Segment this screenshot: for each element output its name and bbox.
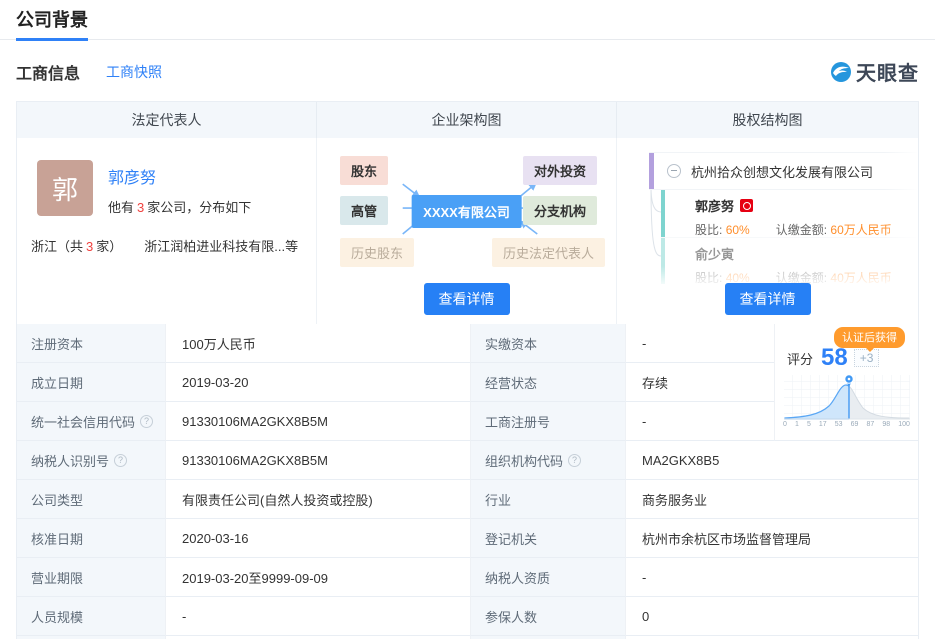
score-value: 58 [821,346,848,370]
page-title: 公司背景 [16,9,88,41]
table-row: 营业期限 2019-03-20至9999-09-09 纳税人资质 - [17,558,918,597]
panel-body: 郭 郭彦努 他有3家公司，分布如下 浙江（共3家）浙江润柏进业科技有限...等 [17,138,918,324]
tianyancha-logo: 天眼查 [829,57,919,86]
field-value: 100万人民币 [166,324,471,363]
legal-rep-description: 他有3家公司，分布如下 [108,197,251,216]
org-chart-cell: 股东 高管 历史股东 XXXX有限公司 对外投资 分支机构 历史法定代表人 查看… [317,138,617,324]
field-value: MA2GKX8B5 [626,441,918,480]
region-count: 3 [83,239,96,254]
org-node-historical-shareholders[interactable]: 历史股东 [340,238,414,267]
field-label: 参保人数 [471,597,626,636]
shareholder-row: 郭彦努 股比: 60%认缴金额: 60万人民币 [661,190,918,237]
shareholder-meta: 股比: 60%认缴金额: 60万人民币 [695,221,918,238]
field-label: 工商注册号 [471,402,626,441]
field-value: 0 [626,597,918,636]
field-value: - [626,558,918,597]
legal-rep-summary: 郭 郭彦努 他有3家公司，分布如下 [17,138,316,216]
equity-view-details-button[interactable]: 查看详情 [725,283,811,315]
avatar[interactable]: 郭 [37,160,93,216]
field-label: 公司类型 [17,480,166,519]
shareholder-row: 俞少寅 股比: 40%认缴金额: 40万人民币 [661,237,918,284]
equity-chart-header: 股权结构图 [617,102,918,138]
org-chart-header: 企业架构图 [317,102,617,138]
controller-badge-icon [740,199,753,212]
equity-chart-cell: 杭州拾众创想文化发展有限公司 郭彦努 股比: 60%认缴金额: 60万人民币 俞… [617,138,918,324]
equity-root-row: 杭州拾众创想文化发展有限公司 [649,152,918,190]
org-node-shareholders[interactable]: 股东 [340,156,388,185]
field-value: 杭州市余杭区市场监督管理局 [626,519,918,558]
legal-rep-header: 法定代表人 [17,102,317,138]
org-node-branches[interactable]: 分支机构 [523,196,597,225]
field-label: 成立日期 [17,363,166,402]
business-info-panel: 法定代表人 企业架构图 股权结构图 郭 郭彦努 他有3家公司，分布如下 浙江（共… [16,101,919,639]
collapse-icon[interactable] [667,164,681,178]
table-row: 人员规模 - 参保人数 0 [17,597,918,636]
field-label: 营业期限 [17,558,166,597]
tab-business-snapshot[interactable]: 工商快照 [106,62,162,82]
table-row: 纳税人识别号? 91330106MA2GKX8B5M 组织机构代码? MA2GK… [17,441,918,480]
help-icon[interactable]: ? [114,454,127,467]
example-company-link[interactable]: 浙江润柏进业科技有限...等 [144,239,298,254]
field-label: 注册资本 [17,324,166,363]
field-label: 实缴资本 [471,324,626,363]
panel-header: 法定代表人 企业架构图 股权结构图 [17,102,918,138]
tianyancha-eye-icon [829,60,853,84]
score-label: 评分 [787,349,813,368]
field-value: - [166,597,471,636]
legal-rep-name-link[interactable]: 郭彦努 [108,164,251,188]
field-value: 91330106MA2GKX8B5M [166,441,471,480]
legal-rep-cell: 郭 郭彦努 他有3家公司，分布如下 浙江（共3家）浙江润柏进业科技有限...等 [17,138,317,324]
field-label: 统一社会信用代码? [17,402,166,441]
company-background-page: 公司背景 工商信息 工商快照 天眼查 法定代表人 企业架构图 股权结构图 郭 [0,0,935,639]
field-label: 核准日期 [17,519,166,558]
field-value: 有限责任公司(自然人投资或控股) [166,480,471,519]
details-table: 注册资本 100万人民币 实缴资本 - 成立日期 2019-03-20 经营状态… [17,324,918,639]
score-axis-labels: 0151753698798100 [783,421,910,428]
field-value: 91330106MA2GKX8B5M [166,402,471,441]
legal-rep-info: 郭彦努 他有3家公司，分布如下 [108,160,251,216]
shareholder-color-bar [661,238,665,284]
shareholder-color-bar [661,190,665,237]
score-distribution-chart [783,373,911,421]
logo-text: 天眼查 [856,57,919,86]
org-node-center-company: XXXX有限公司 [411,195,522,228]
shareholder-name[interactable]: 郭彦努 [695,196,918,215]
company-score-widget: 认证后获得 评分 58 +3 [774,324,918,441]
field-label: 行业 [471,480,626,519]
shareholder-name[interactable]: 俞少寅 [695,244,918,263]
field-label: 人员规模 [17,597,166,636]
field-value: 2019-03-20 [166,363,471,402]
field-value: 2019-03-20至9999-09-09 [166,558,471,597]
company-count: 3 [134,200,147,215]
field-value: 2020-03-16 [166,519,471,558]
field-value: 商务服务业 [626,480,918,519]
field-label: 纳税人识别号? [17,441,166,480]
legal-rep-region-line: 浙江（共3家）浙江润柏进业科技有限...等 [17,216,316,255]
equity-root-company[interactable]: 杭州拾众创想文化发展有限公司 [691,162,873,181]
root-color-bar [649,153,654,189]
org-chart-view-details-button[interactable]: 查看详情 [424,283,510,315]
help-icon[interactable]: ? [140,415,153,428]
title-row: 公司背景 [0,0,935,40]
table-row: 核准日期 2020-03-16 登记机关 杭州市余杭区市场监督管理局 [17,519,918,558]
field-label: 登记机关 [471,519,626,558]
org-node-outbound-investment[interactable]: 对外投资 [523,156,597,185]
help-icon[interactable]: ? [568,454,581,467]
certification-badge: 认证后获得 [834,327,905,348]
tabs-row: 工商信息 工商快照 天眼查 [0,40,935,101]
field-label: 经营状态 [471,363,626,402]
tab-business-info[interactable]: 工商信息 [16,60,80,84]
field-label: 纳税人资质 [471,558,626,597]
org-node-executives[interactable]: 高管 [340,196,388,225]
org-node-historical-legal-rep[interactable]: 历史法定代表人 [492,238,605,267]
field-label: 组织机构代码? [471,441,626,480]
table-row: 公司类型 有限责任公司(自然人投资或控股) 行业 商务服务业 [17,480,918,519]
